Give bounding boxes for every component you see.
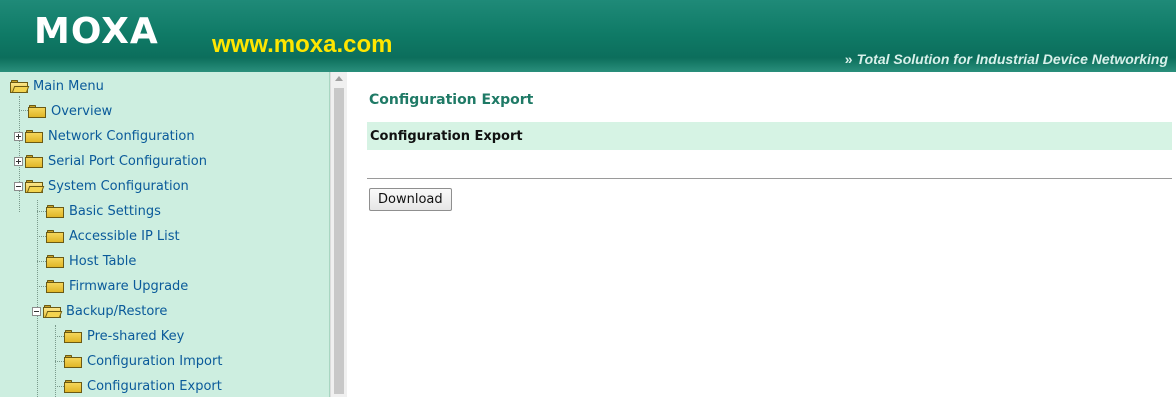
sidebar-item-pre-shared-key[interactable]: Pre-shared Key	[64, 324, 184, 348]
sidebar-item-configuration-import[interactable]: Configuration Import	[64, 349, 222, 373]
tree-connector	[55, 336, 64, 337]
folder-icon	[25, 154, 43, 168]
tree-connector	[37, 236, 46, 237]
sidebar-item-serial-port-configuration[interactable]: Serial Port Configuration	[14, 149, 207, 173]
expand-plus-icon[interactable]	[14, 156, 23, 166]
folder-icon	[28, 104, 46, 118]
divider	[367, 178, 1172, 179]
section-title: Configuration Export	[370, 128, 523, 144]
main-content: Configuration Export Configuration Expor…	[347, 72, 1176, 397]
double-chevron-icon: »	[844, 51, 853, 67]
tree-connector	[19, 110, 28, 111]
tree-connector	[55, 386, 64, 387]
sidebar-item-label: Main Menu	[33, 78, 104, 94]
page-title: Configuration Export	[369, 92, 534, 108]
sidebar-item-label: System Configuration	[48, 178, 189, 194]
sidebar-item-system-configuration[interactable]: System Configuration	[14, 174, 189, 198]
folder-open-icon	[43, 304, 63, 318]
sidebar-item-label: Host Table	[69, 253, 137, 269]
collapse-minus-icon[interactable]	[32, 306, 41, 316]
sidebar-item-overview[interactable]: Overview	[28, 99, 112, 123]
collapse-minus-icon[interactable]	[14, 181, 23, 191]
moxa-logo: MOXA	[34, 11, 159, 52]
section-header: Configuration Export	[367, 122, 1172, 150]
folder-open-icon	[10, 79, 30, 93]
sidebar-item-label: Network Configuration	[48, 128, 195, 144]
tree-connector	[37, 286, 46, 287]
folder-icon	[64, 379, 82, 393]
tree-connector	[55, 361, 64, 362]
folder-icon	[46, 254, 64, 268]
folder-icon	[46, 279, 64, 293]
page-header: MOXA www.moxa.com » Total Solution for In…	[0, 0, 1176, 72]
folder-icon	[25, 129, 43, 143]
expand-plus-icon[interactable]	[14, 131, 23, 141]
folder-icon	[64, 329, 82, 343]
sidebar-item-label: Configuration Export	[87, 378, 222, 394]
logo-url: www.moxa.com	[212, 31, 393, 58]
sidebar-item-basic-settings[interactable]: Basic Settings	[46, 199, 161, 223]
sidebar-item-label: Configuration Import	[87, 353, 223, 369]
scrollbar-thumb[interactable]	[334, 88, 344, 394]
sidebar-item-firmware-upgrade[interactable]: Firmware Upgrade	[46, 274, 188, 298]
folder-open-icon	[25, 179, 45, 193]
sidebar-item-label: Pre-shared Key	[87, 328, 185, 344]
folder-icon	[64, 354, 82, 368]
sidebar-item-label: Overview	[51, 103, 113, 119]
sidebar-item-label: Accessible IP List	[69, 228, 180, 244]
sidebar-item-label: Basic Settings	[69, 203, 161, 219]
header-band	[0, 0, 1176, 58]
sidebar-item-host-table[interactable]: Host Table	[46, 249, 136, 273]
sidebar-item-label: Serial Port Configuration	[48, 153, 207, 169]
sidebar-item-configuration-export[interactable]: Configuration Export	[64, 374, 222, 397]
tagline-text: Total Solution for Industrial Device Net…	[856, 51, 1168, 67]
sidebar-item-network-configuration[interactable]: Network Configuration	[14, 124, 195, 148]
header-tagline: » Total Solution for Industrial Device Ne…	[845, 51, 1168, 67]
folder-icon	[46, 204, 64, 218]
sidebar-menu: Main Menu Overview Network Configuration…	[0, 72, 330, 397]
tree-connector	[37, 261, 46, 262]
sidebar-item-label: Backup/Restore	[66, 303, 168, 319]
folder-icon	[46, 229, 64, 243]
tree-connector	[37, 211, 46, 212]
scroll-up-arrow-icon[interactable]	[335, 76, 343, 81]
download-button[interactable]: Download	[369, 188, 452, 211]
sidebar-item-accessible-ip-list[interactable]: Accessible IP List	[46, 224, 180, 248]
sidebar-item-main-menu[interactable]: Main Menu	[10, 74, 104, 98]
sidebar-item-label: Firmware Upgrade	[69, 278, 189, 294]
sidebar-scrollbar[interactable]	[330, 72, 347, 397]
sidebar-item-backup-restore[interactable]: Backup/Restore	[32, 299, 167, 323]
